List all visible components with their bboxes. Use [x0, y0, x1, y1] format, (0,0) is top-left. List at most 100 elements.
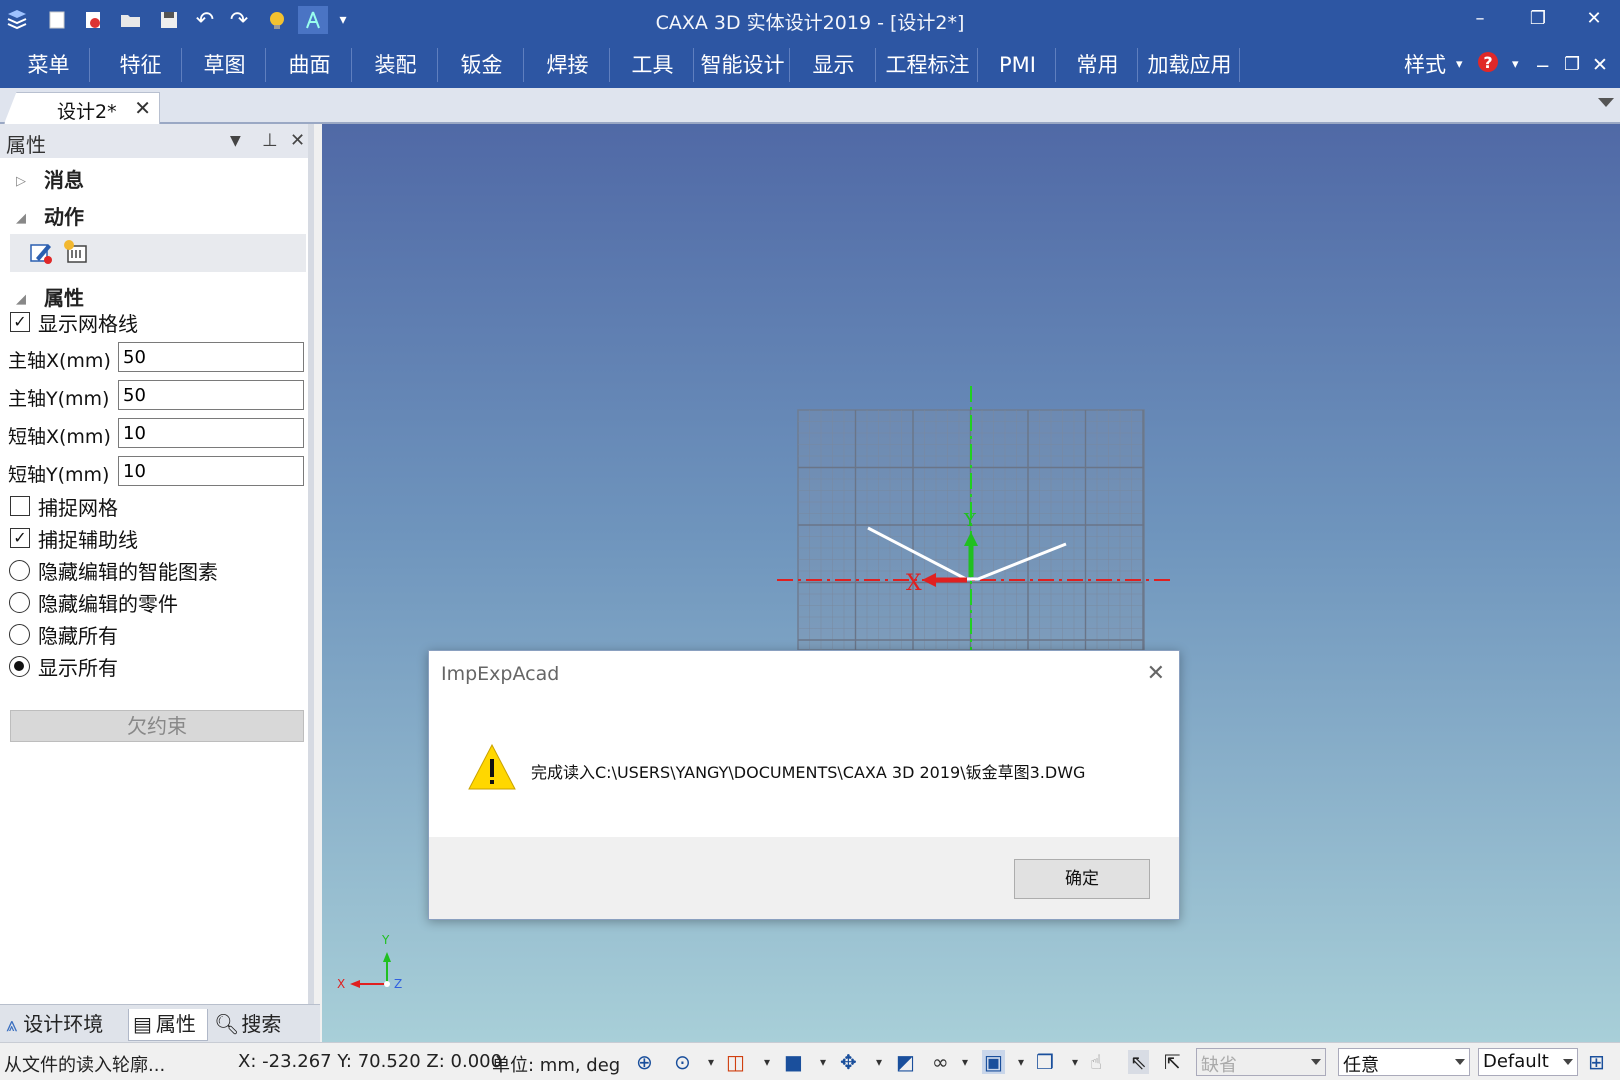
box-view-icon[interactable]: ▣ [982, 1050, 1005, 1074]
svg-text:?: ? [1483, 53, 1492, 72]
doc-close-icon[interactable]: ✕ [1592, 50, 1608, 80]
help-dropdown-icon[interactable]: ▾ [1512, 50, 1519, 80]
action-toolbar [10, 234, 306, 272]
glasses-icon[interactable]: ∞ [932, 1050, 949, 1074]
collapse-arrow-icon: ◢ [16, 211, 26, 226]
tab-smart-design[interactable]: 智能设计 [696, 48, 790, 82]
tab-welding[interactable]: 焊接 [526, 48, 610, 82]
section-view-icon[interactable]: ◩ [896, 1050, 915, 1074]
panel-close-icon[interactable]: ✕ [290, 130, 305, 151]
show-grid-label: 显示网格线 [38, 312, 138, 336]
properties-icon: ▤ [133, 1012, 152, 1036]
zoom-dropdown-icon[interactable]: ▾ [708, 1055, 714, 1069]
style-combo[interactable]: Default [1478, 1048, 1578, 1076]
y-axis-label: Y [963, 510, 977, 531]
style-dropdown-icon[interactable]: ▾ [1456, 50, 1463, 80]
tab-load-app[interactable]: 加载应用 [1140, 48, 1240, 82]
major-y-label: 主轴Y(mm) [8, 388, 110, 410]
multi-view-icon[interactable]: ❒ [1036, 1050, 1054, 1074]
radio-show-all[interactable] [9, 656, 30, 677]
zoom-fit-icon[interactable]: ⊕ [636, 1050, 653, 1074]
panel-dropdown-icon[interactable]: ▼ [230, 133, 241, 149]
pin-icon[interactable]: ⊥ [262, 130, 278, 151]
underconstrained-button[interactable]: 欠约束 [10, 710, 304, 742]
help-icon[interactable]: ? [1476, 50, 1500, 80]
tab-properties[interactable]: ▤ 属性 [128, 1009, 208, 1041]
radio-hide-all-label: 隐藏所有 [38, 624, 118, 648]
network-icon[interactable]: ⊞ [1588, 1050, 1605, 1074]
light-icon[interactable]: ✥ [840, 1050, 857, 1074]
view-cube-dropdown-icon[interactable]: ▾ [764, 1055, 770, 1069]
triad-z-label: Z [394, 977, 402, 991]
minimize-icon[interactable]: – [1458, 4, 1502, 34]
tab-annotation[interactable]: 工程标注 [878, 48, 978, 82]
shaded-view-icon[interactable]: ■ [784, 1050, 803, 1074]
snap-aux-label: 捕捉辅助线 [38, 528, 138, 552]
select-cursor-icon[interactable]: ⇖ [1128, 1050, 1149, 1074]
tab-tools[interactable]: 工具 [612, 48, 694, 82]
minor-y-label: 短轴Y(mm) [8, 464, 110, 486]
radio-hide-part-label: 隐藏编辑的零件 [38, 592, 178, 616]
section-action[interactable]: ◢ 动作 [16, 201, 84, 230]
tab-sheetmetal[interactable]: 钣金 [440, 48, 524, 82]
new-action-icon[interactable] [62, 238, 90, 271]
tab-pmi[interactable]: PMI [980, 48, 1056, 82]
tab-design-environment[interactable]: ⩓ 设计环境 [6, 1009, 126, 1041]
zoom-icon[interactable]: ⊙ [674, 1050, 691, 1074]
close-tab-icon[interactable]: ✕ [134, 96, 151, 120]
filter-combo[interactable]: 任意 [1338, 1048, 1470, 1076]
panel-header: 属性 ▼ ⊥ ✕ [0, 124, 308, 158]
triad-y-label: Y [381, 933, 390, 947]
section-message[interactable]: ▷ 消息 [16, 164, 84, 193]
radio-hide-all[interactable] [9, 624, 30, 645]
select-filter-icon[interactable]: ⇱ [1164, 1050, 1181, 1074]
glasses-dropdown-icon[interactable]: ▾ [962, 1055, 968, 1069]
ok-button[interactable]: 确定 [1014, 859, 1150, 899]
tab-common[interactable]: 常用 [1058, 48, 1138, 82]
minor-x-input[interactable] [118, 418, 304, 448]
multi-view-dropdown-icon[interactable]: ▾ [1072, 1055, 1078, 1069]
panel-tabs: ⩓ 设计环境 ▤ 属性 🔍︎ 搜索 [0, 1004, 320, 1042]
doc-minimize-icon[interactable]: ‒ [1536, 50, 1549, 80]
section-properties[interactable]: ◢ 属性 [16, 282, 84, 311]
minor-y-input[interactable] [118, 456, 304, 486]
radio-hide-smart[interactable] [9, 560, 30, 581]
close-icon[interactable]: ✕ [1572, 4, 1616, 34]
tab-display[interactable]: 显示 [792, 48, 876, 82]
tab-assembly[interactable]: 装配 [354, 48, 438, 82]
panel-title: 属性 [6, 133, 46, 157]
shaded-dropdown-icon[interactable]: ▾ [820, 1055, 826, 1069]
doc-restore-icon[interactable]: ❐ [1564, 50, 1580, 80]
tab-sketch[interactable]: 草图 [184, 48, 266, 82]
view-cube-icon[interactable]: ◫ [726, 1050, 745, 1074]
dialog-title: ImpExpAcad [441, 663, 560, 685]
show-grid-checkbox[interactable]: ✓ [10, 312, 30, 332]
snap-aux-checkbox[interactable]: ✓ [10, 528, 30, 548]
radio-hide-smart-label: 隐藏编辑的智能图素 [38, 560, 218, 584]
restore-icon[interactable]: ❐ [1516, 4, 1560, 34]
box-view-dropdown-icon[interactable]: ▾ [1018, 1055, 1024, 1069]
tab-menu[interactable]: 菜单 [8, 48, 90, 82]
status-hint: 从文件的读入轮廓... [4, 1055, 166, 1076]
snap-grid-checkbox[interactable] [10, 496, 30, 516]
major-y-input[interactable] [118, 380, 304, 410]
major-x-input[interactable] [118, 342, 304, 372]
radio-hide-part[interactable] [9, 592, 30, 613]
snap-grid-label: 捕捉网格 [38, 496, 118, 520]
document-tab[interactable]: 设计2* ✕ [4, 92, 160, 124]
light-dropdown-icon[interactable]: ▾ [876, 1055, 882, 1069]
hand-icon[interactable]: ☝ [1090, 1050, 1102, 1074]
style-menu[interactable]: 样式 [1404, 50, 1446, 80]
properties-panel: 属性 ▼ ⊥ ✕ ▷消息 ◢动作 ◢属性 ✓ 显示网格线 主轴X(mm) 主轴Y… [0, 124, 314, 1042]
tab-surface[interactable]: 曲面 [268, 48, 352, 82]
design-tree-icon: ⩓ [6, 1012, 18, 1036]
default-combo: 缺省 [1196, 1048, 1326, 1076]
dialog-close-icon[interactable]: ✕ [1147, 661, 1165, 686]
tab-search[interactable]: 🔍︎ 搜索 [214, 1009, 314, 1041]
edit-sketch-icon[interactable] [28, 240, 54, 271]
tab-feature[interactable]: 特征 [100, 48, 182, 82]
tab-list-dropdown-icon[interactable] [1598, 98, 1614, 107]
title-bar: ↶ ↷ ▾ CAXA 3D 实体设计2019 - [设计2*] – ❐ ✕ [0, 0, 1620, 40]
collapse-arrow-icon: ◢ [16, 292, 26, 307]
cursor-coordinates: X: -23.267 Y: 70.520 Z: 0.000 [238, 1051, 503, 1072]
